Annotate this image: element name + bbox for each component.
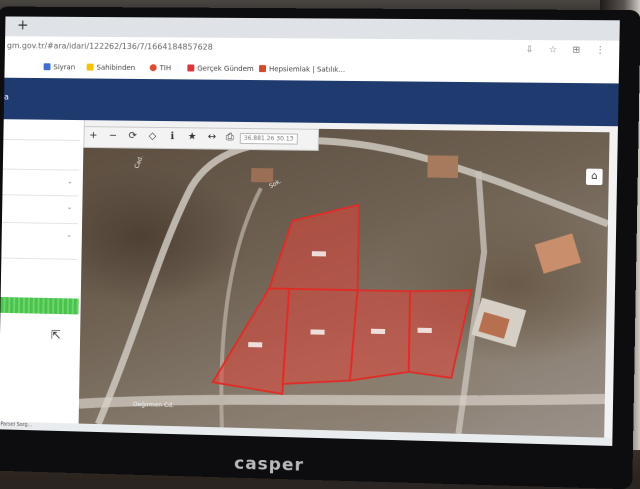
address-bar-icons[interactable]: ⇩ ☆ ⊞ ⋮ [526,45,611,56]
taskbar-item[interactable]: Parsel Sorg... [0,421,32,428]
panel-divider [3,139,79,141]
bookmark-favicon-icon [44,63,51,70]
parcel[interactable] [269,203,359,290]
bookmark-siyran[interactable]: Siyran [44,63,76,71]
panel-divider [1,257,77,259]
new-tab-button[interactable]: + [17,18,29,34]
menu-icon[interactable]: a [4,93,9,102]
bookmark-tih[interactable]: TIH [150,64,172,72]
zoom-out-icon[interactable]: − [106,130,120,141]
coordinate-readout: 36.881.26 30.13 [240,133,298,145]
chevron-down-icon[interactable]: ⌄ [67,177,73,185]
building [535,233,581,273]
building [251,168,273,182]
chevron-down-icon[interactable]: ⌄ [67,203,73,211]
bookmark-hepsiemlak[interactable]: Hepsiemlak | Satılık... [259,65,345,74]
parcel[interactable] [350,290,410,382]
refresh-icon[interactable]: ⟳ [126,131,140,142]
distance-icon[interactable]: ↔ [205,131,219,142]
panel-divider [2,222,78,224]
page-header: a [4,78,619,127]
bookmark-favicon-icon [259,65,266,72]
monitor: + gm.gov.tr/#ara/idari/122262/136/7/1664… [0,7,640,489]
measure-icon[interactable]: ◇ [146,131,160,142]
road [221,188,261,429]
parcel-group[interactable] [213,203,473,399]
star-icon[interactable]: ★ [185,131,199,142]
bookmark-favicon-icon [150,64,157,71]
panel-divider [3,169,79,171]
panel-divider [2,194,78,196]
bookmark-favicon-icon [87,64,94,71]
bookmark-favicon-icon [187,64,194,71]
url-text[interactable]: gm.gov.tr/#ara/idari/122262/136/7/166418… [7,41,213,52]
bookmark-gercek-gundem[interactable]: Gerçek Gündem [187,64,254,73]
street-label: Değirmen Cd. [133,401,174,409]
chevron-down-icon[interactable]: ⌄ [66,231,72,239]
screen: + gm.gov.tr/#ara/idari/122262/136/7/1664… [0,16,620,446]
map-toolbar: + − ⟳ ◇ ℹ ★ ↔ ⎙ 36.881.26 30.13 [83,126,319,151]
query-button[interactable] [0,297,78,314]
satellite-map[interactable]: Cad. Sok. Değirmen Cd. + − ⟳ ◇ ℹ ★ ↔ ⎙ 3… [79,126,610,438]
zoom-in-icon[interactable]: + [86,130,100,141]
parcel[interactable] [283,289,358,386]
info-icon[interactable]: ℹ [165,131,179,142]
parcel[interactable] [409,289,472,378]
left-panel: ⌄ ⌄ ⌄ ⇱ [0,119,85,431]
print-icon[interactable]: ⎙ [223,132,237,143]
monitor-brand-logo: casper [234,454,304,476]
bookmark-sahibinden[interactable]: Sahibinden [87,64,135,72]
map-overlay [79,126,610,438]
mouse-cursor-icon: ⇱ [51,328,61,342]
home-icon[interactable]: ⌂ [586,169,603,186]
building [427,155,458,178]
